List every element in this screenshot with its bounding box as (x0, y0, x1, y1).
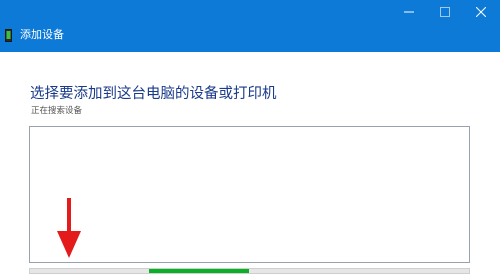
add-device-icon (5, 29, 12, 42)
close-icon (476, 7, 486, 17)
red-arrow-icon (57, 198, 81, 258)
maximize-button[interactable] (428, 0, 462, 24)
add-device-window: 添加设备 选择要添加到这台电脑的设备或打印机 正在搜索设备 (0, 0, 500, 274)
search-progress-bar (29, 268, 470, 274)
progress-indicator (148, 269, 250, 273)
page-heading: 选择要添加到这台电脑的设备或打印机 (30, 86, 277, 102)
wizard-content: 选择要添加到这台电脑的设备或打印机 正在搜索设备 (0, 52, 500, 274)
search-status-text: 正在搜索设备 (31, 106, 83, 116)
close-button[interactable] (464, 0, 498, 24)
window-title: 添加设备 (20, 28, 64, 41)
device-list[interactable] (29, 126, 470, 263)
minimize-button[interactable] (392, 0, 426, 24)
minimize-icon (404, 11, 414, 13)
maximize-icon (440, 7, 450, 17)
title-bar[interactable]: 添加设备 (0, 0, 500, 52)
